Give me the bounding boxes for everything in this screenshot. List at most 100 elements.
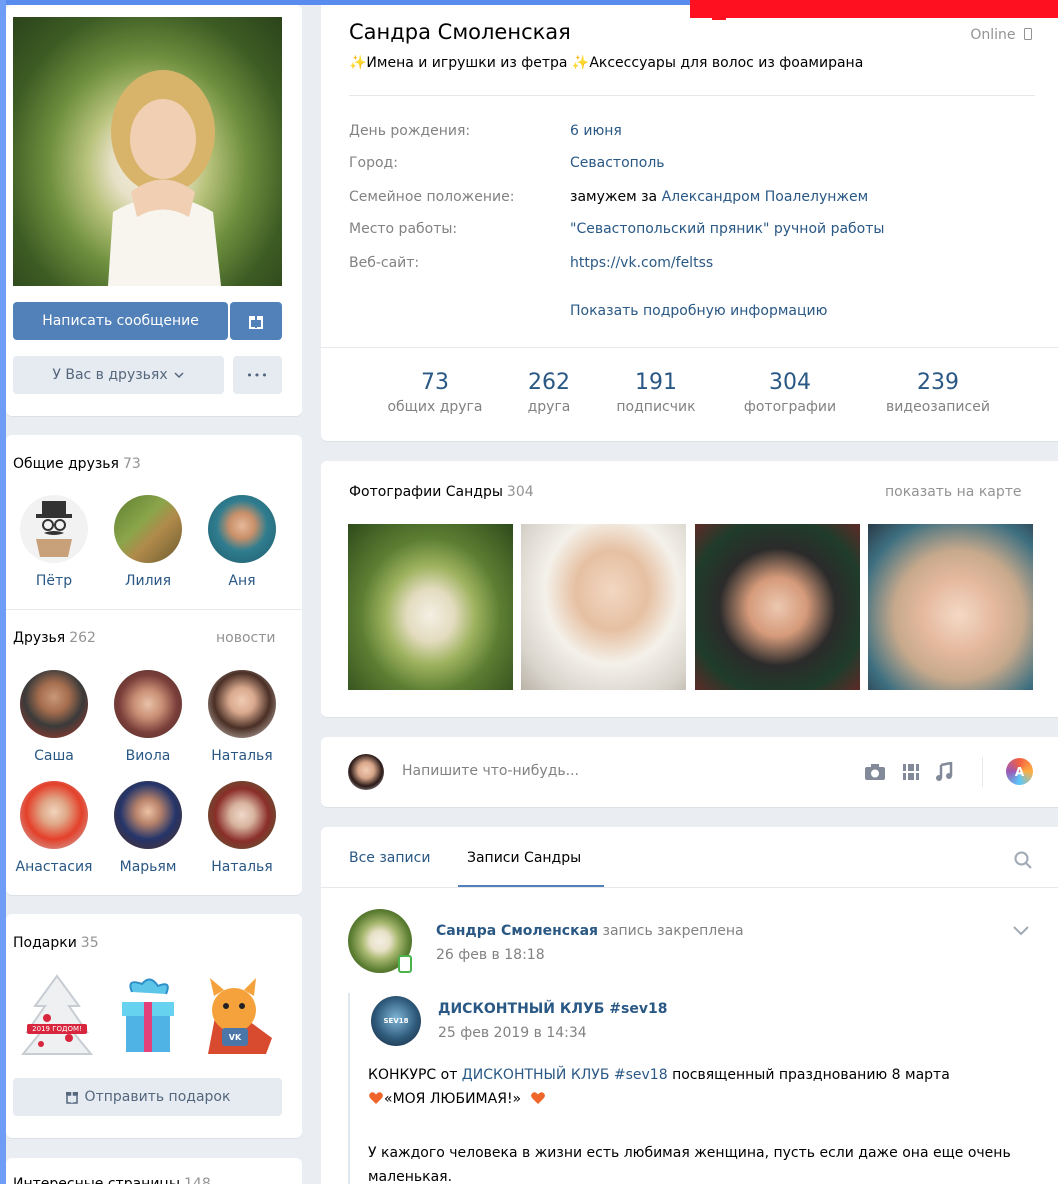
relationship-prefix: замужем за [570, 189, 662, 205]
photos-header[interactable]: Фотографии Сандры 304 [349, 484, 534, 500]
repost-text-line2: «МОЯ ЛЮБИМАЯ!» [368, 1091, 546, 1107]
write-message-button[interactable]: Написать сообщение [13, 302, 228, 340]
tab-own-posts[interactable]: Записи Сандры [467, 850, 581, 866]
repost-date[interactable]: 25 фев 2019 в 14:34 [438, 1025, 587, 1041]
common-friend-avatar-2[interactable] [114, 495, 182, 563]
common-friend-avatar-1[interactable] [20, 495, 88, 563]
info-value-birthday[interactable]: 6 июня [570, 123, 622, 139]
friend-status-label: У Вас в друзьях [52, 367, 168, 383]
gifts-count: 35 [80, 935, 99, 951]
info-value-city[interactable]: Севастополь [570, 155, 665, 171]
composer-author-avatar-icon[interactable]: A [1006, 758, 1033, 785]
tab-all-posts[interactable]: Все записи [349, 850, 430, 866]
friends-header[interactable]: Друзья 262 [13, 630, 96, 646]
friend-status-dropdown[interactable]: У Вас в друзьях [13, 356, 224, 394]
gifts-header[interactable]: Подарки 35 [13, 935, 99, 951]
online-status: Online [970, 27, 1032, 43]
repost-author-name[interactable]: ДИСКОНТНЫЙ КЛУБ #sev18 [438, 1001, 667, 1017]
friend-avatar-6[interactable] [208, 781, 276, 849]
info-label-city: Город: [349, 155, 398, 171]
gift-cat-badge-text: VK [228, 1033, 242, 1042]
common-friends-header[interactable]: Общие друзья 73 [13, 456, 141, 472]
friend-name-4[interactable]: Анастасия [7, 859, 101, 875]
friend-name-1[interactable]: Саша [7, 748, 101, 764]
friend-avatar-1[interactable] [20, 670, 88, 738]
mobile-status-icon [398, 955, 412, 973]
profile-header-divider [349, 95, 1035, 96]
search-icon[interactable] [1014, 851, 1032, 869]
post-header: Сандра Смоленская запись закреплена [436, 923, 744, 939]
composer-input[interactable]: Напишите что-нибудь... [402, 763, 579, 779]
gift-tree-icon[interactable]: 2019 ГОДОМ! [17, 972, 97, 1058]
counter-videos-label: видеозаписей [886, 399, 990, 415]
gift-cat-icon[interactable]: VK [196, 972, 282, 1058]
profile-counters-divider [321, 347, 1058, 348]
gift-tree-graphic [20, 974, 94, 1055]
post-author-name[interactable]: Сандра Смоленская [436, 923, 598, 939]
info-label-work: Место работы: [349, 221, 458, 237]
info-label-relationship: Семейное положение: [349, 189, 515, 205]
repost-text-line1: КОНКУРС от ДИСКОНТНЫЙ КЛУБ #sev18 посвящ… [368, 1067, 950, 1083]
friend-avatar-3[interactable] [208, 670, 276, 738]
post-date[interactable]: 26 фев в 18:18 [436, 947, 545, 963]
common-friend-name-2[interactable]: Лилия [101, 573, 195, 589]
friends-news-link[interactable]: новости [216, 630, 276, 646]
profile-status[interactable]: ✨Имена и игрушки из фетра ✨Аксессуары дл… [349, 55, 863, 71]
common-friend-name-1[interactable]: Пётр [7, 573, 101, 589]
camera-icon[interactable] [864, 763, 886, 781]
friend-avatar-5[interactable] [114, 781, 182, 849]
info-value-relationship: замужем за Александром Поалелунжем [570, 189, 868, 205]
show-on-map-link[interactable]: показать на карте [885, 484, 1022, 500]
profile-photo-figure [108, 70, 221, 286]
post-menu-chevron-icon[interactable] [1012, 925, 1030, 937]
friend-avatar-4[interactable] [20, 781, 88, 849]
repost-text1-link[interactable]: ДИСКОНТНЫЙ КЛУБ #sev18 [462, 1067, 668, 1083]
info-value-work[interactable]: "Севастопольский пряник" ручной работы [570, 221, 884, 237]
video-icon[interactable] [902, 763, 920, 781]
counter-photos[interactable]: 304 фотографии [725, 369, 855, 415]
composer-author-avatar-letter: A [1014, 764, 1025, 779]
counter-common-friends-label: общих друга [387, 399, 483, 415]
composer-icons-divider [982, 757, 983, 787]
photo-thumb-1[interactable] [348, 524, 513, 690]
photos-count: 304 [506, 484, 534, 500]
interesting-pages-title: Интересные страницы [13, 1176, 181, 1184]
photo-thumb-2[interactable] [521, 524, 686, 690]
more-actions-button[interactable]: ••• [233, 356, 282, 394]
friend-name-6[interactable]: Наталья [195, 859, 289, 875]
common-friends-count: 73 [122, 456, 141, 472]
wall-block [321, 827, 1058, 1184]
show-more-info-link[interactable]: Показать подробную информацию [570, 303, 827, 319]
counter-photos-num: 304 [769, 370, 811, 395]
mobile-icon [1024, 28, 1032, 40]
heart-icon [369, 1092, 383, 1104]
photos-title: Фотографии Сандры [349, 484, 503, 500]
music-icon[interactable] [935, 762, 953, 782]
repost-author-logo[interactable]: SEV18 [371, 996, 421, 1046]
gifts-title: Подарки [13, 935, 77, 951]
info-value-website[interactable]: https://vk.com/feltss [570, 255, 713, 271]
repost-text1-a: КОНКУРС от [368, 1067, 462, 1083]
more-dots-icon: ••• [246, 368, 269, 382]
send-gift-button[interactable]: Отправить подарок [13, 1078, 282, 1116]
info-label-website: Веб-сайт: [349, 255, 420, 271]
friend-name-5[interactable]: Марьям [101, 859, 195, 875]
friend-avatar-2[interactable] [114, 670, 182, 738]
photo-thumb-4[interactable] [868, 524, 1033, 690]
send-gift-quick-button[interactable] [230, 302, 282, 340]
heart-icon [530, 1092, 545, 1104]
profile-photo[interactable] [13, 17, 282, 286]
counter-common-friends[interactable]: 73 общих друга [370, 369, 500, 415]
counter-videos[interactable]: 239 видеозаписей [873, 369, 1003, 415]
counter-followers[interactable]: 191 подписчик [591, 369, 721, 415]
relationship-partner-link[interactable]: Александром Поалелунжем [662, 189, 869, 205]
online-label: Online [970, 27, 1016, 43]
common-friend-name-3[interactable]: Аня [195, 573, 289, 589]
friend-name-2[interactable]: Виола [101, 748, 195, 764]
friend-name-3[interactable]: Наталья [195, 748, 289, 764]
common-friend-avatar-3[interactable] [208, 495, 276, 563]
profile-name: Сандра Смоленская [349, 20, 571, 44]
photo-thumb-3[interactable] [695, 524, 860, 690]
gift-box-icon[interactable] [112, 972, 184, 1058]
interesting-pages-header[interactable]: Интересные страницы 148 [13, 1176, 211, 1184]
